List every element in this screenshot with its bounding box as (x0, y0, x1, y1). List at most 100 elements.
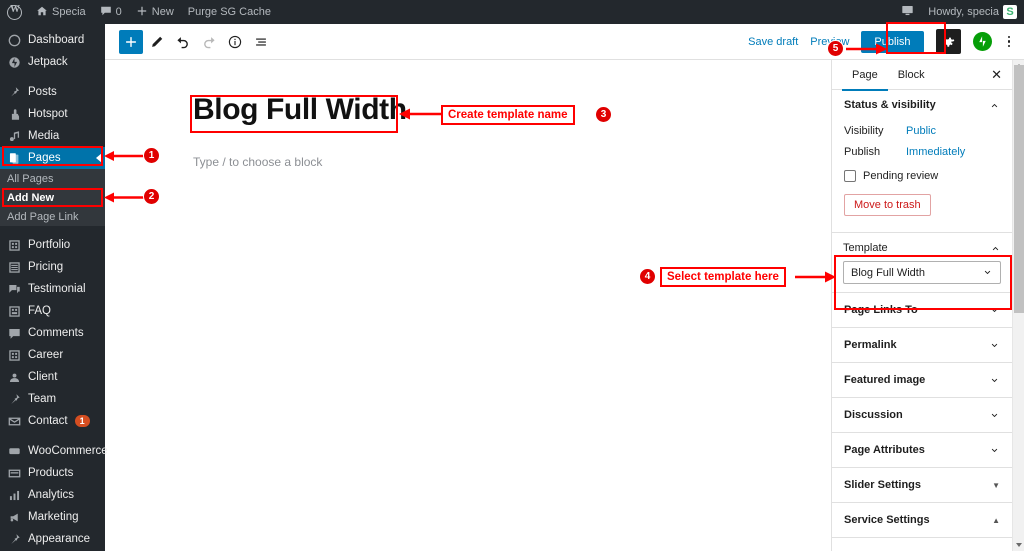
sidebar-item-client[interactable]: Client (0, 366, 105, 388)
comments-bubble[interactable]: 0 (93, 0, 129, 24)
sidebar-label: Analytics (28, 489, 74, 501)
media-icon (7, 129, 21, 143)
annotation-marker-1: 1 (143, 147, 160, 164)
move-to-trash-button[interactable]: Move to trash (844, 194, 931, 216)
undo-button[interactable] (171, 30, 195, 54)
paintbrush-icon (7, 532, 21, 546)
sidebar-item-team[interactable]: Team (0, 388, 105, 410)
sidebar-item-woocommerce[interactable]: WooCommerce (0, 440, 105, 462)
sidebar-label: Team (28, 393, 56, 405)
sidebar-separator (0, 432, 105, 440)
sidebar-item-faq[interactable]: FAQ (0, 300, 105, 322)
tab-page[interactable]: Page (842, 60, 888, 90)
wp-logo-menu[interactable] (0, 0, 29, 24)
sidebar-item-media[interactable]: Media (0, 125, 105, 147)
close-icon[interactable]: ✕ (991, 68, 1002, 81)
sidebar-item-contact[interactable]: Contact 1 (0, 410, 105, 432)
jetpack-icon[interactable] (973, 32, 992, 51)
pending-review-label: Pending review (863, 170, 938, 182)
pending-review-checkbox[interactable] (844, 170, 856, 182)
site-name-menu[interactable]: Specia (29, 0, 93, 24)
visibility-value[interactable]: Public (906, 125, 936, 137)
pricing-icon (7, 260, 21, 274)
admin-sidebar: Dashboard Jetpack Posts Hotspot (0, 24, 105, 551)
sidebar-item-analytics[interactable]: Analytics (0, 484, 105, 506)
accordion-discussion[interactable]: Discussion (832, 398, 1012, 433)
sidebar-item-career[interactable]: Career (0, 344, 105, 366)
sidebar-item-posts[interactable]: Posts (0, 81, 105, 103)
sidebar-item-add-page-link[interactable]: Add Page Link (0, 207, 105, 226)
sidebar-label: Products (28, 467, 73, 479)
plus-icon (136, 5, 148, 20)
sidebar-label: Appearance (28, 533, 90, 545)
list-view-button[interactable] (249, 30, 273, 54)
purge-cache-menu[interactable]: Purge SG Cache (181, 0, 278, 24)
team-icon (7, 392, 21, 406)
comment-count: 0 (116, 6, 122, 18)
accordion-permalink[interactable]: Permalink (832, 328, 1012, 363)
woocommerce-icon (7, 444, 21, 458)
accordion-label: Permalink (844, 339, 897, 351)
sidebar-label: Comments (28, 327, 84, 339)
screen-preview-toggle[interactable] (894, 0, 921, 24)
tab-block[interactable]: Block (888, 60, 935, 90)
status-visibility-header[interactable]: Status & visibility (832, 90, 1012, 120)
site-name-label: Specia (52, 6, 86, 18)
accordion-page-attributes[interactable]: Page Attributes (832, 433, 1012, 468)
sidebar-item-jetpack[interactable]: Jetpack (0, 51, 105, 73)
envelope-icon (7, 414, 21, 428)
panel-scrollbar[interactable] (1012, 60, 1024, 551)
sidebar-item-marketing[interactable]: Marketing (0, 506, 105, 528)
sidebar-item-portfolio[interactable]: Portfolio (0, 234, 105, 256)
redo-button[interactable] (197, 30, 221, 54)
sidebar-item-all-pages[interactable]: All Pages (0, 169, 105, 188)
sidebar-item-appearance[interactable]: Appearance (0, 528, 105, 550)
publish-value[interactable]: Immediately (906, 146, 965, 158)
bar-chart-icon (7, 488, 21, 502)
my-account-menu[interactable]: Howdy, specia S (921, 0, 1024, 24)
pending-review-row[interactable]: Pending review (832, 162, 1012, 190)
sidebar-item-comments[interactable]: Comments (0, 322, 105, 344)
annotation-arrow-2 (104, 188, 146, 207)
comment-icon (100, 5, 112, 20)
sidebar-item-testimonial[interactable]: Testimonial (0, 278, 105, 300)
block-placeholder[interactable]: Type / to choose a block (193, 155, 322, 169)
megaphone-icon (7, 510, 21, 524)
sidebar-label: Contact (28, 415, 68, 427)
sidebar-item-dashboard[interactable]: Dashboard (0, 29, 105, 51)
annotation-marker-4: 4 (639, 268, 656, 285)
new-content-menu[interactable]: New (129, 0, 181, 24)
scroll-down-button[interactable] (1013, 539, 1024, 551)
details-info-button[interactable] (223, 30, 247, 54)
accordion-service-settings[interactable]: Service Settings ▲ (832, 503, 1012, 538)
testimonial-icon (7, 282, 21, 296)
sidebar-label: WooCommerce (28, 445, 108, 457)
chevron-up-icon (989, 100, 1000, 111)
add-block-button[interactable] (119, 30, 143, 54)
submenu-label: Add Page Link (7, 211, 79, 223)
sidebar-label: Dashboard (28, 34, 84, 46)
sidebar-label: Marketing (28, 511, 79, 523)
sidebar-item-hotspot[interactable]: Hotspot (0, 103, 105, 125)
client-icon (7, 370, 21, 384)
sidebar-item-products[interactable]: Products (0, 462, 105, 484)
avatar: S (1003, 5, 1017, 19)
scrollbar-thumb[interactable] (1014, 65, 1024, 313)
sidebar-separator (0, 226, 105, 234)
accordion-label: Discussion (844, 409, 903, 421)
accordion-label: Featured image (844, 374, 925, 386)
sidebar-item-pricing[interactable]: Pricing (0, 256, 105, 278)
triangle-up-icon: ▲ (992, 516, 1000, 525)
accordion-featured-image[interactable]: Featured image (832, 363, 1012, 398)
career-icon (7, 348, 21, 362)
tools-pencil-button[interactable] (145, 30, 169, 54)
accordion-slider-settings[interactable]: Slider Settings ▼ (832, 468, 1012, 503)
more-options-button[interactable] (1004, 36, 1015, 48)
sidebar-label: Career (28, 349, 63, 361)
editor-toolbar (105, 30, 273, 54)
howdy-label: Howdy, specia (928, 6, 999, 18)
jetpack-icon (7, 55, 21, 69)
save-draft-button[interactable]: Save draft (748, 36, 798, 48)
products-icon (7, 466, 21, 480)
editor-canvas: Blog Full Width Type / to choose a block (105, 60, 831, 551)
